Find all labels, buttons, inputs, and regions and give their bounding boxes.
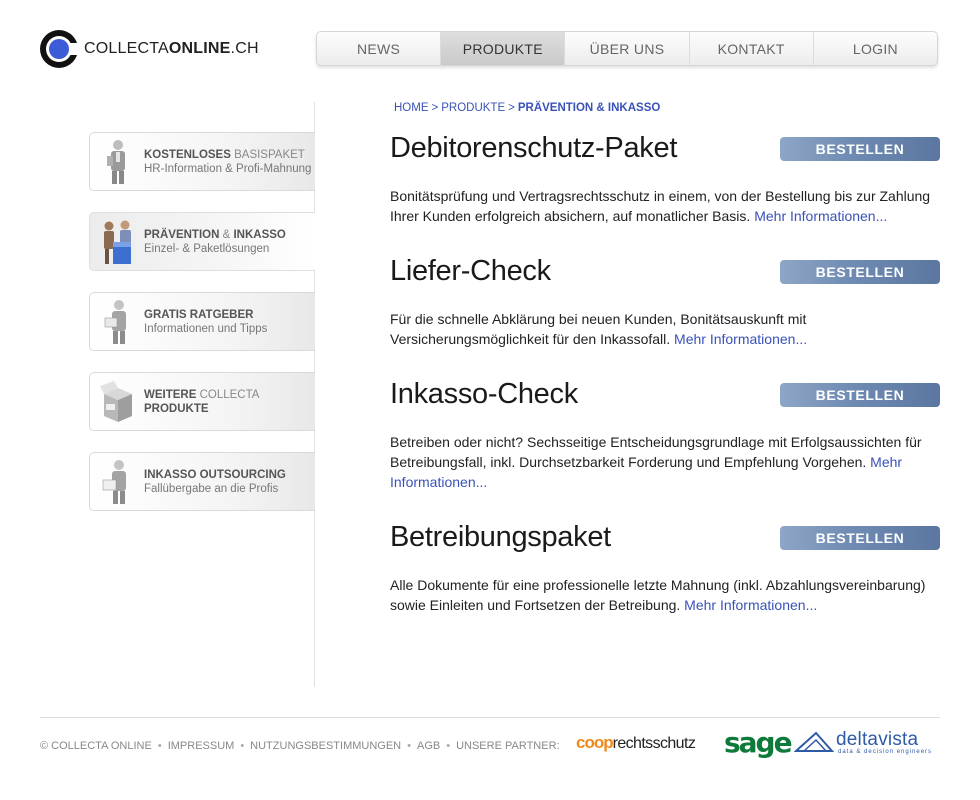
- reader-icon: [104, 299, 126, 344]
- sidebar-item-basispaket[interactable]: KOSTENLOSES BASISPAKET HR-Information & …: [89, 132, 315, 191]
- order-button[interactable]: BESTELLEN: [780, 526, 940, 550]
- breadcrumb-produkte[interactable]: PRODUKTE: [441, 102, 505, 114]
- sidebar-item-ratgeber[interactable]: GRATIS RATGEBER Informationen und Tipps: [89, 292, 315, 351]
- order-button[interactable]: BESTELLEN: [780, 137, 940, 161]
- partner-deltavista-logo[interactable]: deltavista data & decision engineers: [794, 729, 940, 755]
- logo-text: COLLECTAONLINE.CH: [84, 40, 259, 57]
- footer-partners-label: UNSERE PARTNER:: [456, 740, 560, 752]
- product-box-icon: [100, 380, 132, 422]
- sidebar-item-text: PRÄVENTION & INKASSO Einzel- & Paketlösu…: [144, 228, 286, 255]
- order-button[interactable]: BESTELLEN: [780, 260, 940, 284]
- site-logo[interactable]: COLLECTAONLINE.CH: [40, 30, 259, 68]
- sidebar-item-text: GRATIS RATGEBER Informationen und Tipps: [144, 308, 268, 335]
- product-liefer-check: Liefer-Check BESTELLEN Für die schnelle …: [390, 254, 940, 349]
- handover-icon: [102, 459, 126, 504]
- sidebar-item-text: KOSTENLOSES BASISPAKET HR-Information & …: [144, 148, 312, 175]
- more-info-link[interactable]: Mehr Informationen...: [674, 331, 807, 347]
- top-navigation: NEWS PRODUKTE ÜBER UNS KONTAKT LOGIN: [316, 31, 938, 66]
- more-info-link[interactable]: Mehr Informationen...: [684, 597, 817, 613]
- sidebar-item-inkasso-outsourcing[interactable]: INKASSO OUTSOURCING Fallübergabe an die …: [89, 452, 315, 511]
- people-box-icon: [104, 220, 131, 264]
- nav-ueber-uns[interactable]: ÜBER UNS: [565, 32, 690, 65]
- product-description: Alle Dokumente für eine professionelle l…: [390, 577, 926, 613]
- footer-impressum-link[interactable]: IMPRESSUM: [168, 740, 235, 752]
- product-description: Für die schnelle Abklärung bei neuen Kun…: [390, 311, 808, 347]
- nav-kontakt[interactable]: KONTAKT: [690, 32, 814, 65]
- footer-agb-link[interactable]: AGB: [417, 740, 440, 752]
- nav-produkte[interactable]: PRODUKTE: [441, 32, 566, 65]
- deltavista-triangle-icon: [794, 731, 834, 752]
- footer-copyright: © COLLECTA ONLINE: [40, 740, 152, 752]
- nav-login[interactable]: LOGIN: [814, 32, 937, 65]
- breadcrumb-current: PRÄVENTION & INKASSO: [517, 102, 661, 114]
- product-debitorenschutz: Debitorenschutz-Paket BESTELLEN Bonitäts…: [390, 131, 940, 226]
- more-info-link[interactable]: Mehr Informationen...: [754, 208, 887, 224]
- sidebar-item-praevention-inkasso[interactable]: PRÄVENTION & INKASSO Einzel- & Paketlösu…: [89, 212, 315, 271]
- footer-divider: [40, 717, 940, 718]
- product-betreibungspaket: Betreibungspaket BESTELLEN Alle Dokument…: [390, 520, 940, 615]
- footer-links: © COLLECTA ONLINE • IMPRESSUM • NUTZUNGS…: [40, 740, 560, 752]
- partner-coop-rechtsschutz-logo[interactable]: cooprechtsschutz: [576, 733, 696, 753]
- businessman-icon: [107, 139, 125, 184]
- breadcrumb: HOME > PRODUKTE > PRÄVENTION & INKASSO: [394, 102, 661, 114]
- order-button[interactable]: BESTELLEN: [780, 383, 940, 407]
- sidebar-item-text: INKASSO OUTSOURCING Fallübergabe an die …: [144, 468, 286, 495]
- sidebar-item-weitere-produkte[interactable]: WEITERE COLLECTA PRODUKTE: [89, 372, 315, 431]
- sidebar-item-text: WEITERE COLLECTA PRODUKTE: [144, 388, 260, 415]
- collecta-logo-icon: [40, 30, 80, 68]
- partner-sage-logo[interactable]: sage: [724, 726, 793, 759]
- breadcrumb-home[interactable]: HOME: [394, 102, 429, 114]
- product-description: Betreiben oder nicht? Sechsseitige Entsc…: [390, 434, 922, 490]
- footer-nutzungsbestimmungen-link[interactable]: NUTZUNGSBESTIMMUNGEN: [250, 740, 401, 752]
- product-inkasso-check: Inkasso-Check BESTELLEN Betreiben oder n…: [390, 377, 940, 492]
- product-description: Bonitätsprüfung und Vertragsrechtsschutz…: [390, 188, 931, 224]
- nav-news[interactable]: NEWS: [317, 32, 442, 65]
